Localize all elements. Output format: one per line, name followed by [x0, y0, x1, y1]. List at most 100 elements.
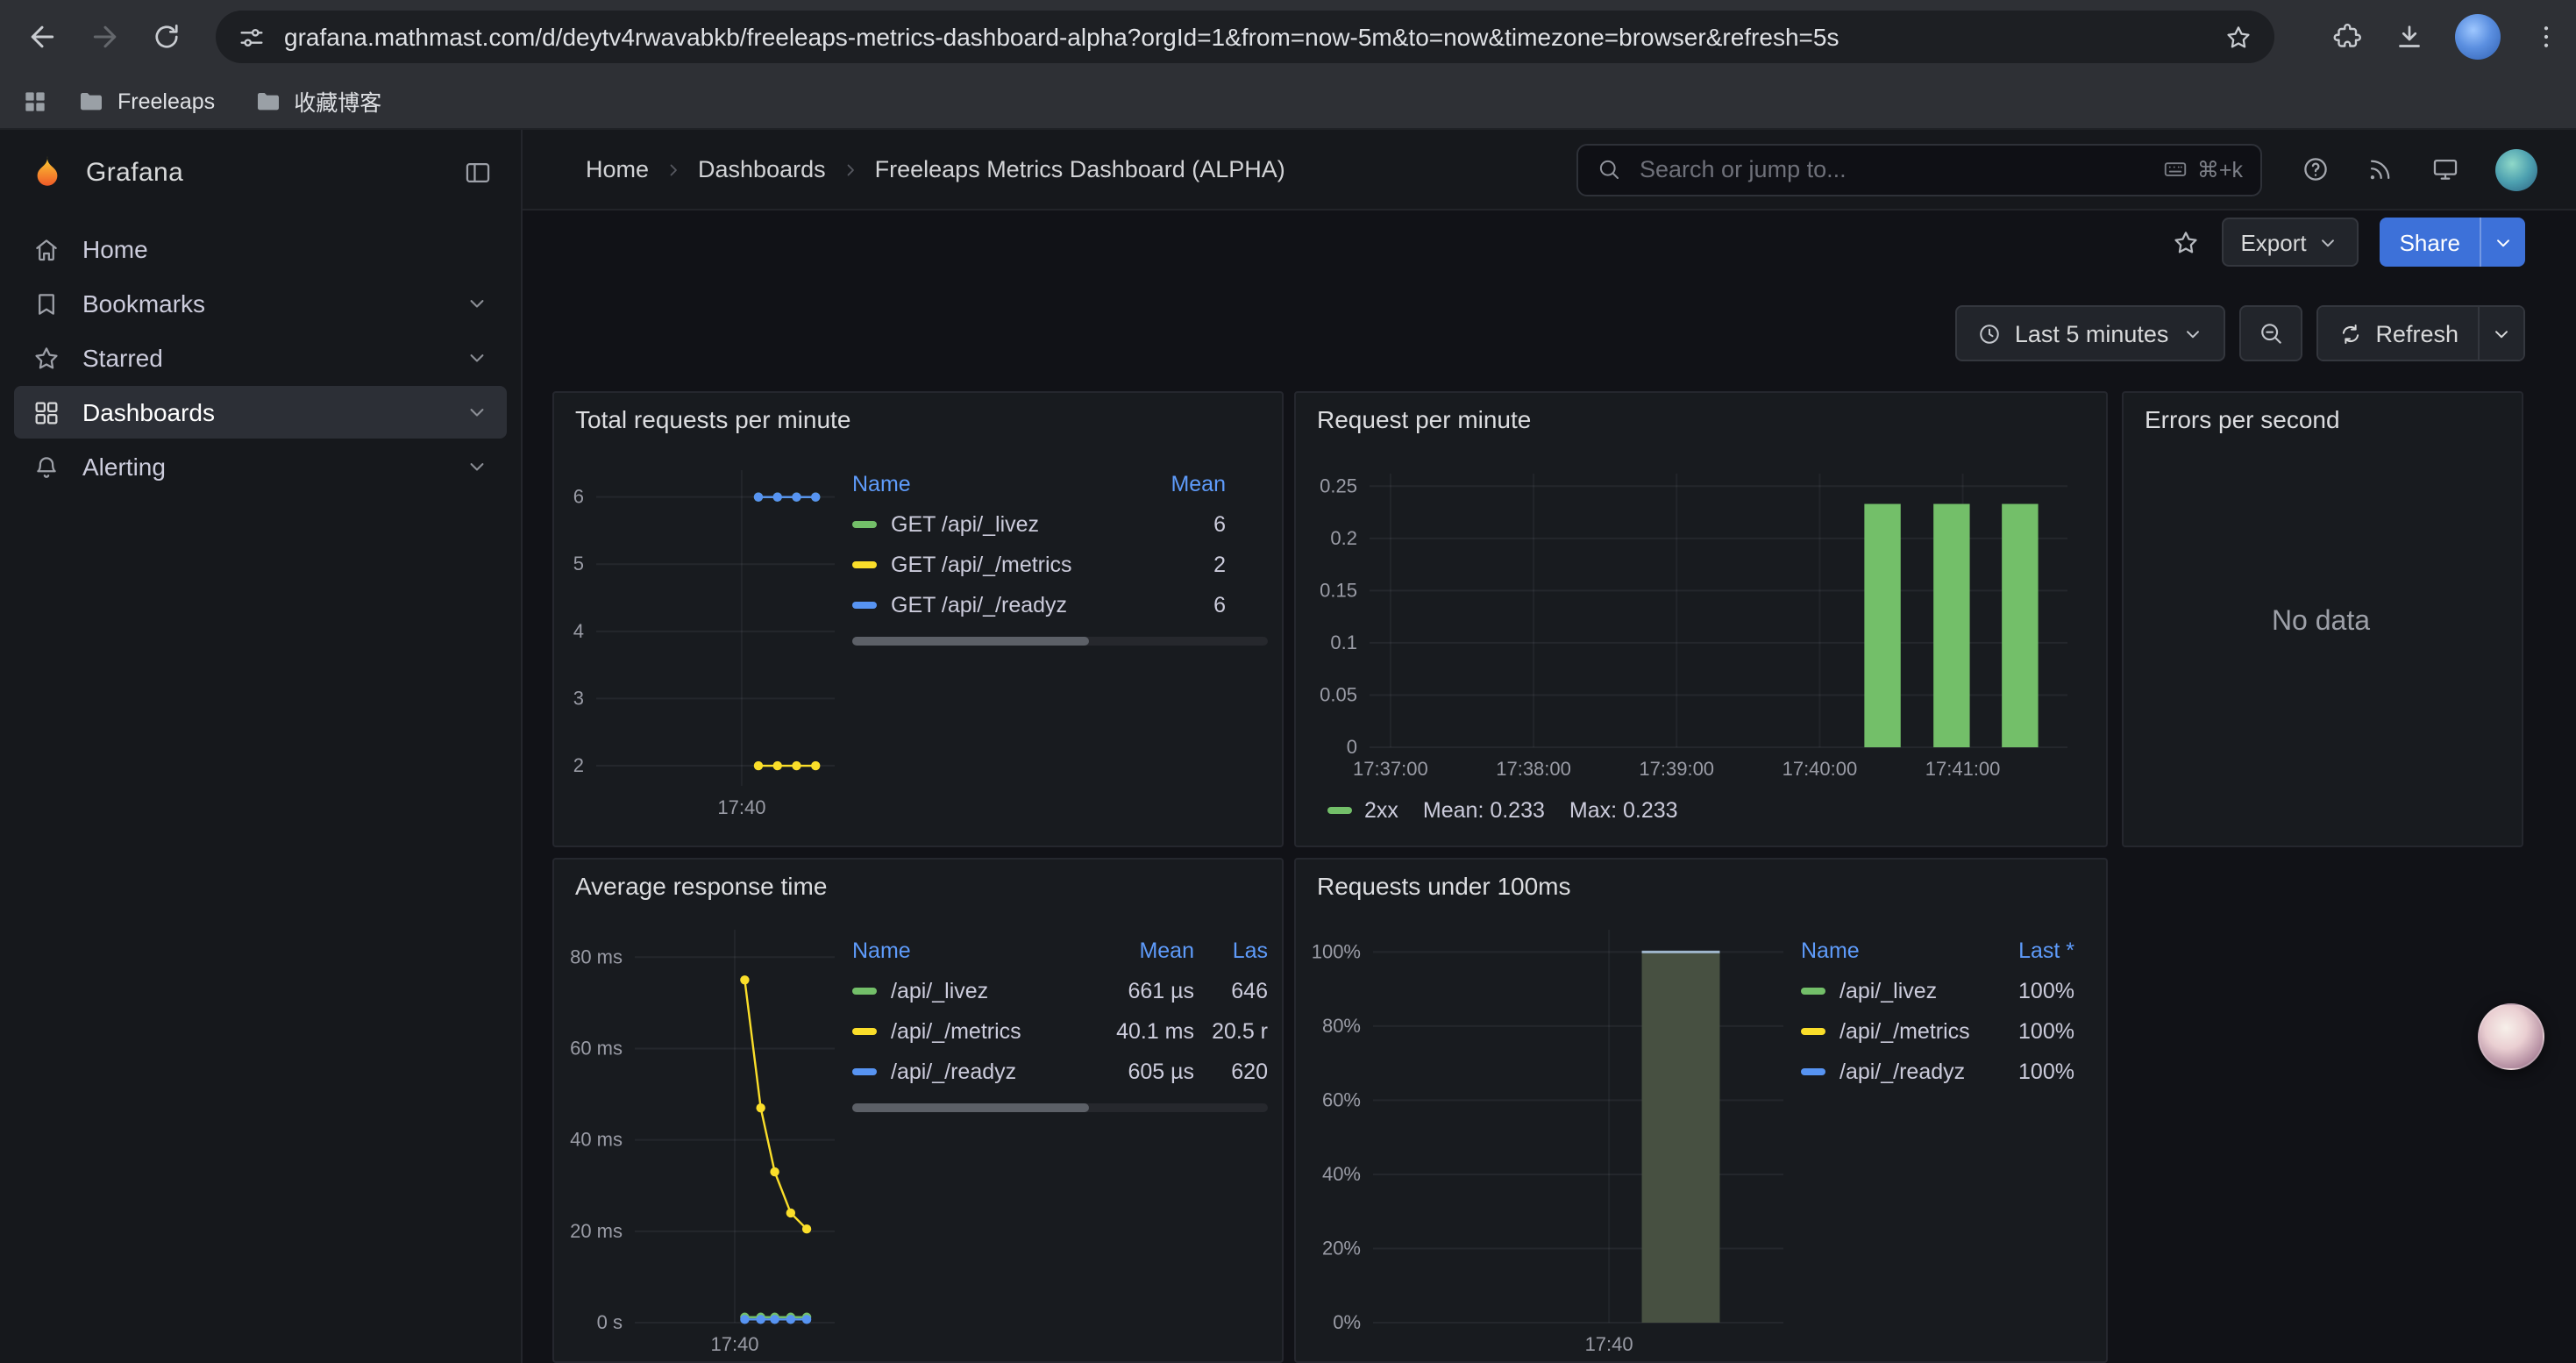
refresh-button[interactable]: Refresh — [2317, 307, 2478, 360]
url-text: grafana.mathmast.com/d/deytv4rwavabkb/fr… — [284, 23, 2206, 51]
site-settings-icon[interactable] — [237, 22, 267, 52]
legend-row[interactable]: /api/_livez661 µs646 — [852, 970, 1268, 1010]
panel-requests-under-100ms: Requests under 100ms 100%80%60%40%20%0%1… — [1294, 858, 2108, 1363]
sidebar-item-starred[interactable]: Starred — [14, 332, 507, 384]
legend-column-header[interactable]: Name — [852, 938, 1096, 962]
search-bar[interactable]: ⌘+k — [1576, 143, 2262, 196]
legend-row[interactable]: GET /api/_/readyz6 — [852, 584, 1268, 624]
svg-text:17:40: 17:40 — [710, 1333, 758, 1355]
legend-column-header[interactable]: Last * — [1969, 938, 2074, 962]
panel-title[interactable]: Errors per second — [2124, 393, 2522, 446]
legend-row[interactable]: /api/_/metrics40.1 ms20.5 r — [852, 1010, 1268, 1051]
chevron-down-icon[interactable] — [465, 346, 489, 370]
total-requests-chart[interactable]: 6543217:40 — [565, 456, 845, 824]
downloads-icon[interactable] — [2394, 21, 2425, 53]
sidebar-item-home[interactable]: Home — [14, 223, 507, 275]
user-avatar[interactable] — [2495, 148, 2537, 190]
panel-title[interactable]: Requests under 100ms — [1296, 860, 2106, 912]
sidebar-collapse-icon[interactable] — [463, 157, 493, 187]
url-bar[interactable]: grafana.mathmast.com/d/deytv4rwavabkb/fr… — [216, 11, 2274, 63]
svg-text:0.1: 0.1 — [1330, 632, 1357, 653]
favorite-star-icon[interactable] — [2170, 227, 2200, 257]
panel-total-requests-per-minute: Total requests per minute 6543217:40 Nam… — [552, 391, 1284, 847]
chevron-right-icon — [663, 159, 684, 180]
legend-column-header[interactable]: Name — [1801, 938, 1969, 962]
breadcrumb-home[interactable]: Home — [586, 156, 649, 182]
forward-icon[interactable] — [88, 19, 123, 54]
panel-title[interactable]: Total requests per minute — [554, 393, 1282, 446]
panel-title[interactable]: Request per minute — [1296, 393, 2106, 446]
chevron-down-icon[interactable] — [465, 454, 489, 479]
help-icon[interactable] — [2301, 154, 2330, 184]
panel-title[interactable]: Average response time — [554, 860, 1282, 912]
legend-scrollbar[interactable] — [852, 637, 1268, 646]
keyboard-icon — [2162, 156, 2188, 182]
apps-shortcut-icon[interactable] — [21, 87, 49, 115]
bookmark-star-icon[interactable] — [2224, 22, 2253, 52]
requests-under-100ms-chart[interactable]: 100%80%60%40%20%0%17:40 — [1306, 916, 1794, 1361]
top-navigation: Home Dashboards Freeleaps Metrics Dashbo… — [523, 130, 2576, 211]
legend-row[interactable]: /api/_/metrics100% — [1801, 1010, 2092, 1051]
refresh-group: Refresh — [2316, 305, 2525, 361]
legend-row[interactable]: /api/_/readyz100% — [1801, 1051, 2092, 1091]
breadcrumb-dashboards[interactable]: Dashboards — [698, 156, 826, 182]
export-button[interactable]: Export — [2221, 218, 2359, 267]
legend-table: NameMeanLas/api/_livez661 µs646/api/_/me… — [852, 930, 1268, 1361]
avg-response-time-chart[interactable]: 80 ms60 ms40 ms20 ms0 s17:40 — [565, 916, 845, 1361]
legend-scrollbar[interactable] — [852, 1103, 1268, 1112]
bookmark-folder-freeleaps[interactable]: Freeleaps — [67, 80, 225, 122]
back-icon[interactable] — [25, 19, 60, 54]
series-color-dash — [852, 987, 877, 994]
search-shortcut: ⌘+k — [2162, 156, 2243, 182]
grafana-logo[interactable] — [28, 153, 67, 191]
reload-icon[interactable] — [151, 21, 182, 53]
svg-text:6: 6 — [573, 486, 584, 508]
legend-header: NameMean — [852, 463, 1268, 503]
time-range-picker[interactable]: Last 5 minutes — [1955, 305, 2225, 361]
svg-text:0: 0 — [1347, 736, 1357, 758]
share-button[interactable]: Share — [2380, 218, 2525, 267]
svg-text:17:40: 17:40 — [717, 796, 765, 818]
legend-row[interactable]: /api/_livez100% — [1801, 970, 2092, 1010]
bookmarks-bar: Freeleaps 收藏博客 — [0, 74, 2576, 130]
request-per-minute-chart[interactable]: 0.250.20.150.10.05017:37:0017:38:0017:39… — [1306, 460, 2078, 786]
browser-profile-avatar[interactable] — [2455, 14, 2501, 60]
chevron-down-icon[interactable] — [465, 400, 489, 425]
share-menu-caret[interactable] — [2480, 218, 2525, 267]
sidebar-item-alerting[interactable]: Alerting — [14, 440, 507, 493]
grafana-app: Grafana Home Bookmarks Starred — [0, 130, 2576, 1363]
svg-text:0.05: 0.05 — [1320, 683, 1357, 705]
legend-row[interactable]: /api/_/readyz605 µs620 — [852, 1051, 1268, 1091]
svg-text:0%: 0% — [1333, 1311, 1361, 1333]
kiosk-monitor-icon[interactable] — [2430, 154, 2460, 184]
bookmark-folder-blog[interactable]: 收藏博客 — [243, 80, 392, 122]
share-label[interactable]: Share — [2380, 218, 2480, 267]
bell-icon — [32, 452, 61, 482]
sidebar-item-bookmarks[interactable]: Bookmarks — [14, 277, 507, 330]
legend-column-header[interactable]: Las — [1194, 938, 1268, 962]
sidebar-item-dashboards[interactable]: Dashboards — [14, 386, 507, 439]
chevron-down-icon — [2317, 231, 2340, 253]
legend-column-header[interactable]: Name — [852, 471, 1128, 496]
bookmark-icon — [32, 289, 61, 318]
dashboards-grid-icon — [32, 397, 61, 427]
browser-menu-icon[interactable] — [2530, 21, 2562, 53]
main-area: Home Dashboards Freeleaps Metrics Dashbo… — [523, 130, 2576, 1363]
clock-icon — [1976, 320, 2003, 346]
svg-text:100%: 100% — [1312, 940, 1361, 962]
chevron-down-icon[interactable] — [465, 291, 489, 316]
bookmark-label: 收藏博客 — [294, 84, 381, 118]
extensions-icon[interactable] — [2332, 21, 2364, 53]
legend-series-2xx[interactable]: 2xx — [1327, 798, 1398, 823]
legend-column-header[interactable]: Mean — [1096, 938, 1194, 962]
search-input[interactable] — [1636, 154, 2148, 184]
news-rss-icon[interactable] — [2366, 154, 2395, 184]
series-color-dash — [1801, 1027, 1825, 1034]
assistant-avatar-bubble[interactable] — [2478, 1003, 2544, 1070]
zoom-out-button[interactable] — [2238, 305, 2302, 361]
legend-column-header[interactable]: Mean — [1128, 471, 1226, 496]
legend-row[interactable]: GET /api/_/metrics2 — [852, 544, 1268, 584]
series-color-dash — [852, 1067, 877, 1074]
refresh-interval-caret[interactable] — [2478, 307, 2523, 360]
legend-row[interactable]: GET /api/_livez6 — [852, 503, 1268, 544]
